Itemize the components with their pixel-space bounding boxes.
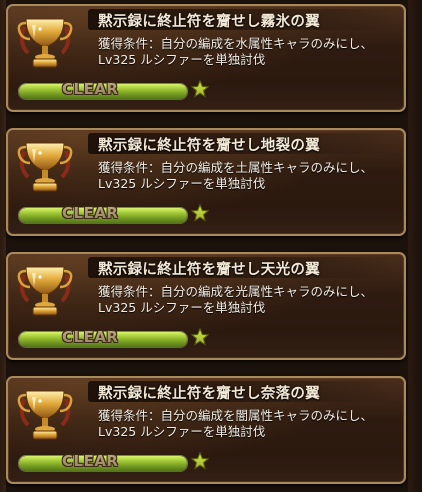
trophy-icon bbox=[17, 266, 73, 316]
clear-status-label: CLEAR bbox=[62, 328, 119, 346]
achievement-title: 黙示録に終止符を齎せし奈落の翼 bbox=[98, 386, 320, 402]
trophy-icon bbox=[17, 142, 73, 192]
achievement-title: 黙示録に終止符を齎せし霧氷の翼 bbox=[98, 14, 320, 30]
star-icon bbox=[191, 80, 209, 98]
trophy-icon bbox=[17, 390, 73, 440]
achievement-title: 黙示録に終止符を齎せし天光の翼 bbox=[98, 262, 320, 278]
achievement-condition: 獲得条件：自分の編成を闇属性キャラのみにし、 Lv325 ルシファーを単独討伐 bbox=[98, 408, 374, 439]
achievement-card[interactable]: 黙示録に終止符を齎せし霧氷の翼 獲得条件：自分の編成を水属性キャラのみにし、 L… bbox=[6, 4, 406, 112]
star-icon bbox=[191, 328, 209, 346]
achievement-condition: 獲得条件：自分の編成を水属性キャラのみにし、 Lv325 ルシファーを単独討伐 bbox=[98, 36, 374, 67]
achievement-title: 黙示録に終止符を齎せし地裂の翼 bbox=[98, 138, 320, 154]
clear-status-label: CLEAR bbox=[62, 80, 119, 98]
achievement-list: 黙示録に終止符を齎せし霧氷の翼 獲得条件：自分の編成を水属性キャラのみにし、 L… bbox=[6, 0, 408, 492]
trophy-icon bbox=[17, 18, 73, 68]
star-icon bbox=[191, 204, 209, 222]
right-scroll-frame bbox=[408, 0, 422, 492]
clear-status-label: CLEAR bbox=[62, 204, 119, 222]
clear-status-label: CLEAR bbox=[62, 452, 119, 470]
achievement-card[interactable]: 黙示録に終止符を齎せし奈落の翼 獲得条件：自分の編成を闇属性キャラのみにし、 L… bbox=[6, 376, 406, 484]
achievement-condition: 獲得条件：自分の編成を光属性キャラのみにし、 Lv325 ルシファーを単独討伐 bbox=[98, 284, 374, 315]
achievement-card[interactable]: 黙示録に終止符を齎せし地裂の翼 獲得条件：自分の編成を土属性キャラのみにし、 L… bbox=[6, 128, 406, 236]
achievement-condition: 獲得条件：自分の編成を土属性キャラのみにし、 Lv325 ルシファーを単独討伐 bbox=[98, 160, 374, 191]
achievement-card[interactable]: 黙示録に終止符を齎せし天光の翼 獲得条件：自分の編成を光属性キャラのみにし、 L… bbox=[6, 252, 406, 360]
star-icon bbox=[191, 452, 209, 470]
